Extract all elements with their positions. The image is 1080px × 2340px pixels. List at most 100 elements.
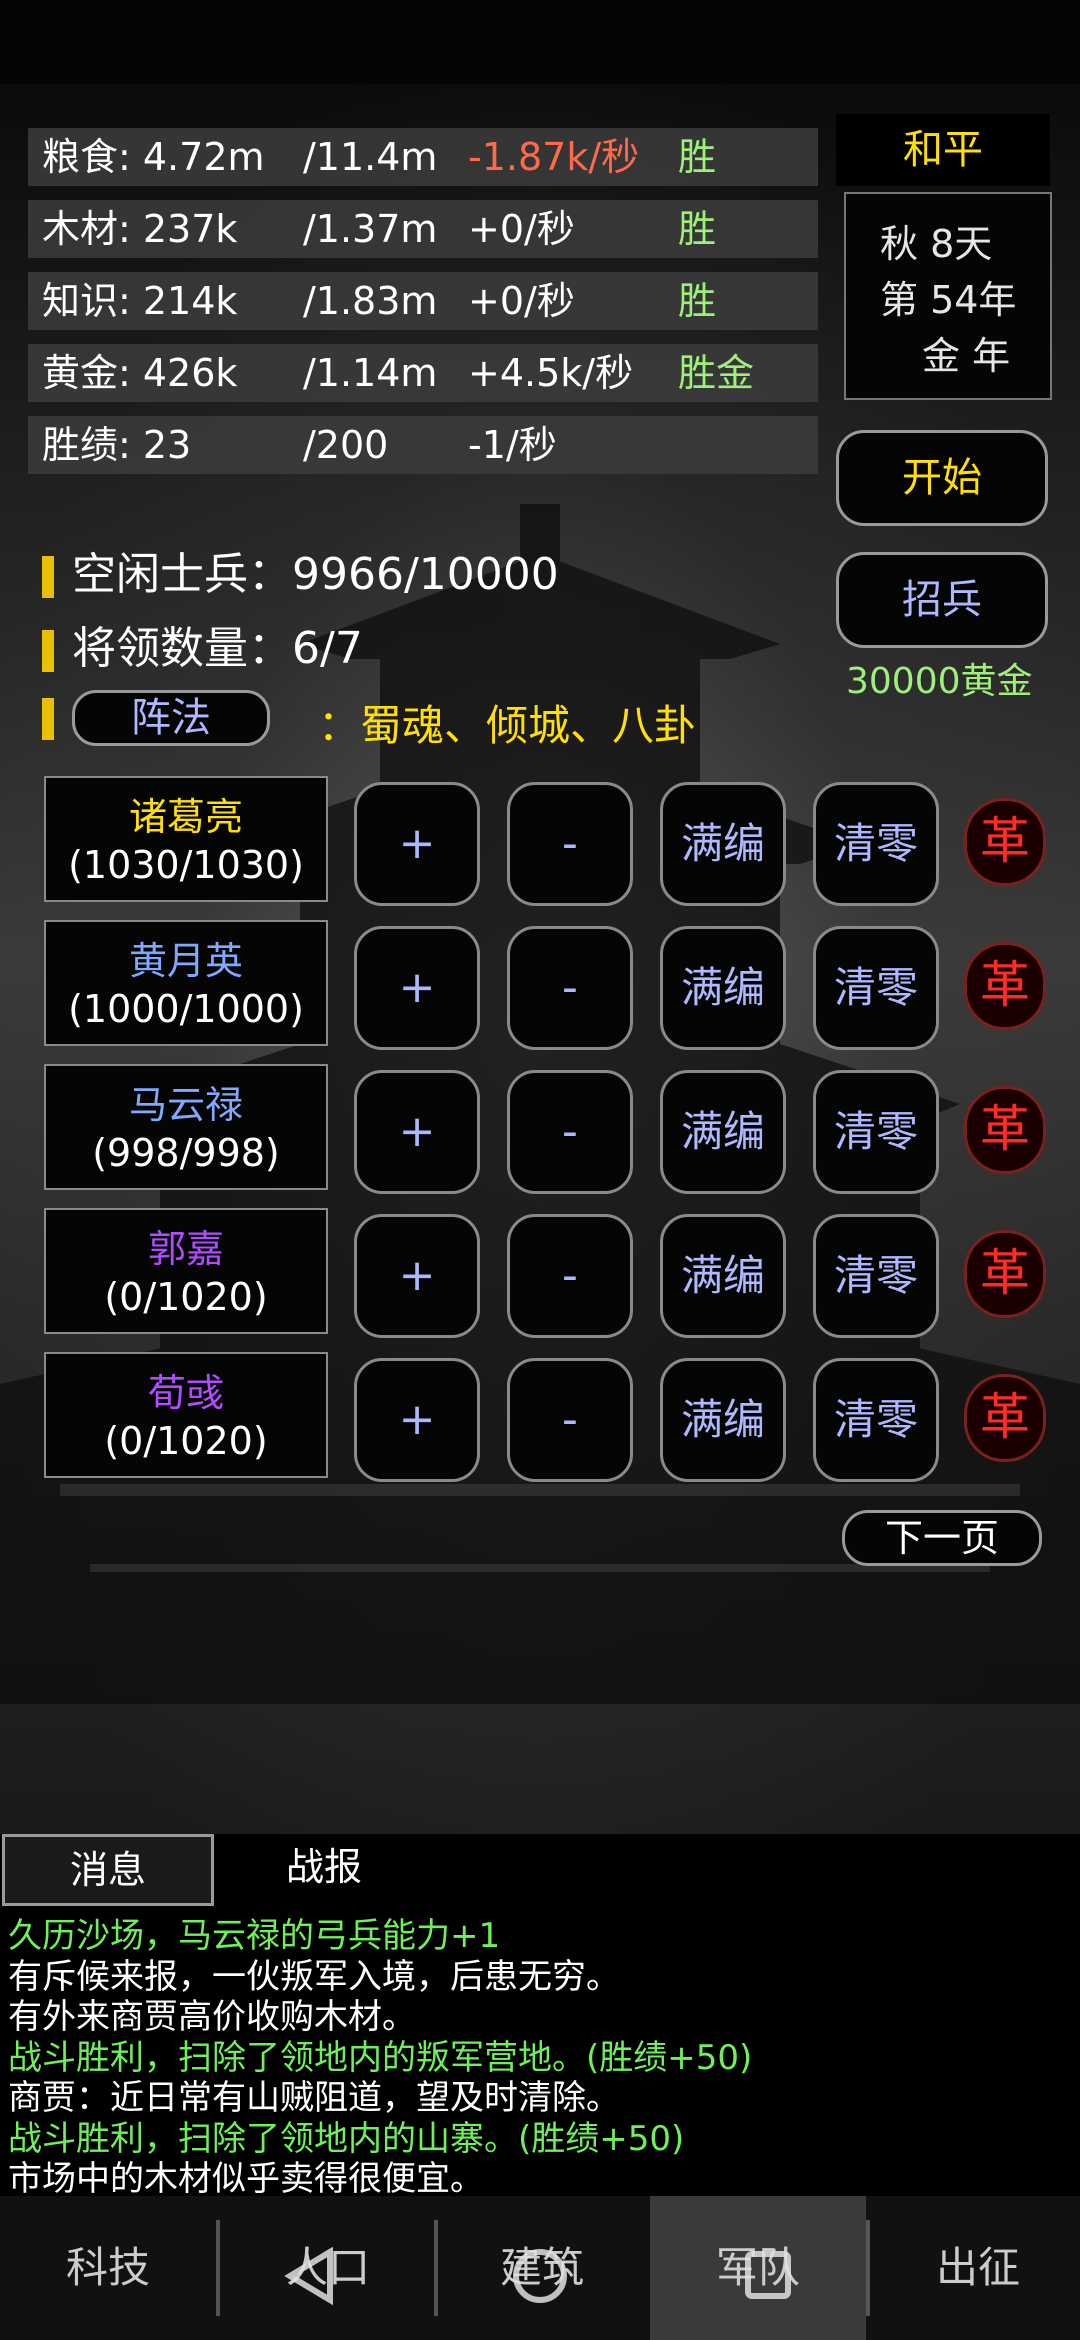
- resource-status: 胜: [678, 207, 717, 251]
- resource-rate: +0/秒: [468, 207, 575, 251]
- clear-troops-button[interactable]: 清零: [813, 1214, 939, 1338]
- fill-troops-button[interactable]: 满编: [660, 926, 786, 1050]
- resource-row-wood: 木材: 237k /1.37m +0/秒 胜: [28, 200, 818, 258]
- general-card[interactable]: 黄月英 (1000/1000): [44, 920, 328, 1046]
- resource-cap: /1.37m: [303, 207, 438, 251]
- general-name: 黄月英: [128, 939, 243, 983]
- next-page-button[interactable]: 下一页: [842, 1510, 1042, 1566]
- general-card[interactable]: 荀彧 (0/1020): [44, 1352, 328, 1478]
- log-line: 久历沙场，马云禄的弓兵能力+1: [8, 1916, 501, 1956]
- dismiss-general-button[interactable]: 革: [964, 1086, 1046, 1174]
- idle-soldiers-line: 空闲士兵：9966/10000: [42, 538, 559, 602]
- status-bar: [0, 0, 1080, 84]
- log-line: 战斗胜利，扫除了领地内的叛军营地。(胜绩+50): [8, 2037, 753, 2078]
- general-troop-count: (1000/1000): [68, 987, 304, 1031]
- clear-troops-button[interactable]: 清零: [813, 1358, 939, 1482]
- nav-population[interactable]: 人口: [220, 2196, 436, 2340]
- remove-troops-button[interactable]: -: [507, 1070, 633, 1194]
- resource-name: 粮食: 4.72m: [42, 135, 265, 179]
- resource-status: 胜: [678, 135, 717, 179]
- dismiss-general-button[interactable]: 革: [964, 942, 1046, 1030]
- fill-troops-button[interactable]: 满编: [660, 1358, 786, 1482]
- add-troops-button[interactable]: +: [354, 1358, 480, 1482]
- formation-value: ：蜀魂、倾城、八卦: [318, 701, 697, 750]
- general-troop-count: (0/1020): [104, 1419, 268, 1463]
- fill-troops-button[interactable]: 满编: [660, 1070, 786, 1194]
- resource-cap: /11.4m: [303, 135, 438, 179]
- nav-buildings[interactable]: 建筑: [434, 2196, 650, 2340]
- yellow-bar-marker: [42, 630, 54, 672]
- log-line: 商贾：近日常有山贼阻道，望及时清除。: [8, 2078, 620, 2118]
- resource-row-knowledge: 知识: 214k /1.83m +0/秒 胜: [28, 272, 818, 330]
- general-name: 马云禄: [128, 1083, 243, 1127]
- general-card[interactable]: 马云禄 (998/998): [44, 1064, 328, 1190]
- resource-row-food: 粮食: 4.72m /11.4m -1.87k/秒 胜: [28, 128, 818, 186]
- nav-expedition[interactable]: 出征: [870, 2196, 1080, 2340]
- resource-name: 知识: 214k: [42, 279, 238, 323]
- general-name: 郭嘉: [147, 1227, 224, 1271]
- general-name: 荀彧: [147, 1371, 224, 1415]
- general-card[interactable]: 郭嘉 (0/1020): [44, 1208, 328, 1334]
- resource-status: 胜金: [678, 351, 755, 395]
- add-troops-button[interactable]: +: [354, 1214, 480, 1338]
- resource-status: 胜: [678, 279, 717, 323]
- clear-troops-button[interactable]: 清零: [813, 1070, 939, 1194]
- resource-name: 木材: 237k: [42, 207, 238, 251]
- date-season: 秋 8天: [880, 222, 993, 266]
- nav-tech[interactable]: 科技: [0, 2196, 216, 2340]
- clear-troops-button[interactable]: 清零: [813, 926, 939, 1050]
- log-line: 有斥候来报，一伙叛军入境，后患无穷。: [8, 1956, 620, 1997]
- recruit-cost: 30000黄金: [846, 661, 1033, 702]
- message-log: 久历沙场，马云禄的弓兵能力+1 有斥候来报，一伙叛军入境，后患无穷。 有外来商贾…: [0, 1906, 1080, 2199]
- bottom-nav: 科技 人口 建筑 军队 出征: [0, 2196, 1080, 2340]
- dismiss-general-button[interactable]: 革: [964, 1374, 1046, 1462]
- log-line: 有外来商贾高价收购木材。: [8, 1997, 416, 2037]
- resource-row-gold: 黄金: 426k /1.14m +4.5k/秒 胜金: [28, 344, 818, 402]
- nav-army[interactable]: 军队: [650, 2196, 866, 2340]
- peace-status: 和平: [836, 114, 1050, 186]
- remove-troops-button[interactable]: -: [507, 926, 633, 1050]
- log-line: 战斗胜利，扫除了领地内的山寨。(胜绩+50): [8, 2118, 685, 2159]
- add-troops-button[interactable]: +: [354, 926, 480, 1050]
- dismiss-general-button[interactable]: 革: [964, 798, 1046, 886]
- calendar-panel: 秋 8天 第 54年 金 年: [844, 192, 1052, 400]
- resource-name: 黄金: 426k: [42, 351, 238, 395]
- general-card[interactable]: 诸葛亮 (1030/1030): [44, 776, 328, 902]
- remove-troops-button[interactable]: -: [507, 1358, 633, 1482]
- general-count-line: 将领数量：6/7: [42, 612, 363, 676]
- recruit-button[interactable]: 招兵: [836, 552, 1048, 648]
- idle-soldiers-text: 空闲士兵：9966/10000: [72, 549, 559, 600]
- start-button[interactable]: 开始: [836, 430, 1048, 526]
- yellow-bar-marker: [42, 698, 54, 740]
- add-troops-button[interactable]: +: [354, 1070, 480, 1194]
- yellow-bar-marker: [42, 556, 54, 598]
- general-name: 诸葛亮: [128, 795, 243, 839]
- remove-troops-button[interactable]: -: [507, 1214, 633, 1338]
- resource-rate: -1.87k/秒: [468, 135, 640, 179]
- clear-troops-button[interactable]: 清零: [813, 782, 939, 906]
- tab-reports[interactable]: 战报: [216, 1834, 432, 1906]
- resource-row-victories: 胜绩: 23 /200 -1/秒: [28, 416, 818, 474]
- resource-cap: /1.83m: [303, 279, 438, 323]
- resource-cap: /1.14m: [303, 351, 438, 395]
- remove-troops-button[interactable]: -: [507, 782, 633, 906]
- resource-rate: +4.5k/秒: [468, 351, 634, 395]
- fill-troops-button[interactable]: 满编: [660, 1214, 786, 1338]
- log-line: 市场中的木材似乎卖得很便宜。: [8, 2159, 484, 2199]
- add-troops-button[interactable]: +: [354, 782, 480, 906]
- general-troop-count: (1030/1030): [68, 843, 304, 887]
- dismiss-general-button[interactable]: 革: [964, 1230, 1046, 1318]
- resource-rate: +0/秒: [468, 279, 575, 323]
- resource-rate: -1/秒: [468, 423, 557, 467]
- formation-button[interactable]: 阵法: [72, 690, 270, 746]
- date-element-year: 金 年: [922, 334, 1011, 378]
- date-year: 第 54年: [880, 278, 1017, 322]
- fill-troops-button[interactable]: 满编: [660, 782, 786, 906]
- resource-cap: /200: [303, 423, 389, 467]
- general-troop-count: (0/1020): [104, 1275, 268, 1319]
- general-troop-count: (998/998): [92, 1131, 280, 1175]
- tab-messages[interactable]: 消息: [2, 1834, 214, 1906]
- resource-name: 胜绩: 23: [42, 423, 192, 467]
- message-tabs: 消息 战报: [0, 1834, 1080, 1906]
- general-count-text: 将领数量：6/7: [72, 623, 363, 674]
